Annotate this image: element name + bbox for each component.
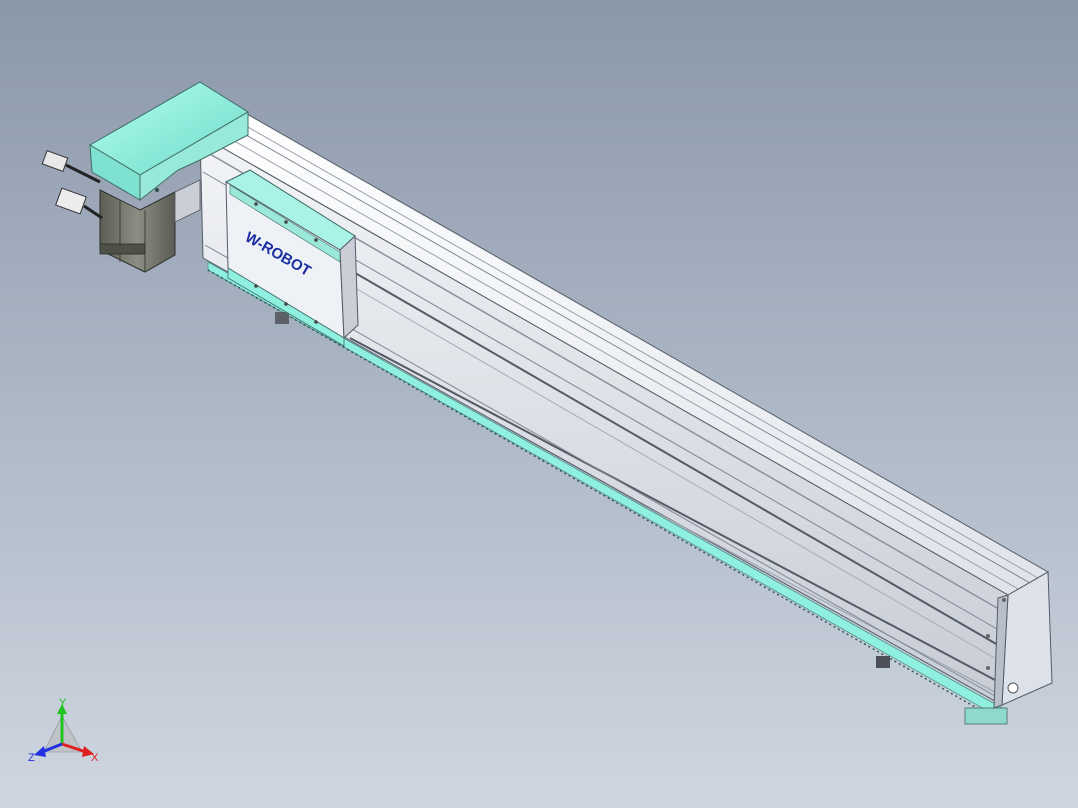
triad-z-label: Z <box>28 752 35 764</box>
linear-actuator-model[interactable]: W-ROBOT <box>0 0 1078 808</box>
triad-x-label: X <box>91 752 99 764</box>
triad-y-label: Y <box>59 697 67 709</box>
rail-mount-clip <box>275 312 289 324</box>
rail-mount-clip <box>876 656 890 668</box>
motor-connector-bottom[interactable] <box>55 187 103 220</box>
end-cap-hole <box>1007 682 1019 694</box>
stepper-motor[interactable] <box>99 179 201 273</box>
rail-body[interactable] <box>199 109 1050 725</box>
coordinate-triad[interactable] <box>34 704 94 757</box>
cad-viewport[interactable]: W-ROBOT Y X Z <box>0 0 1078 808</box>
